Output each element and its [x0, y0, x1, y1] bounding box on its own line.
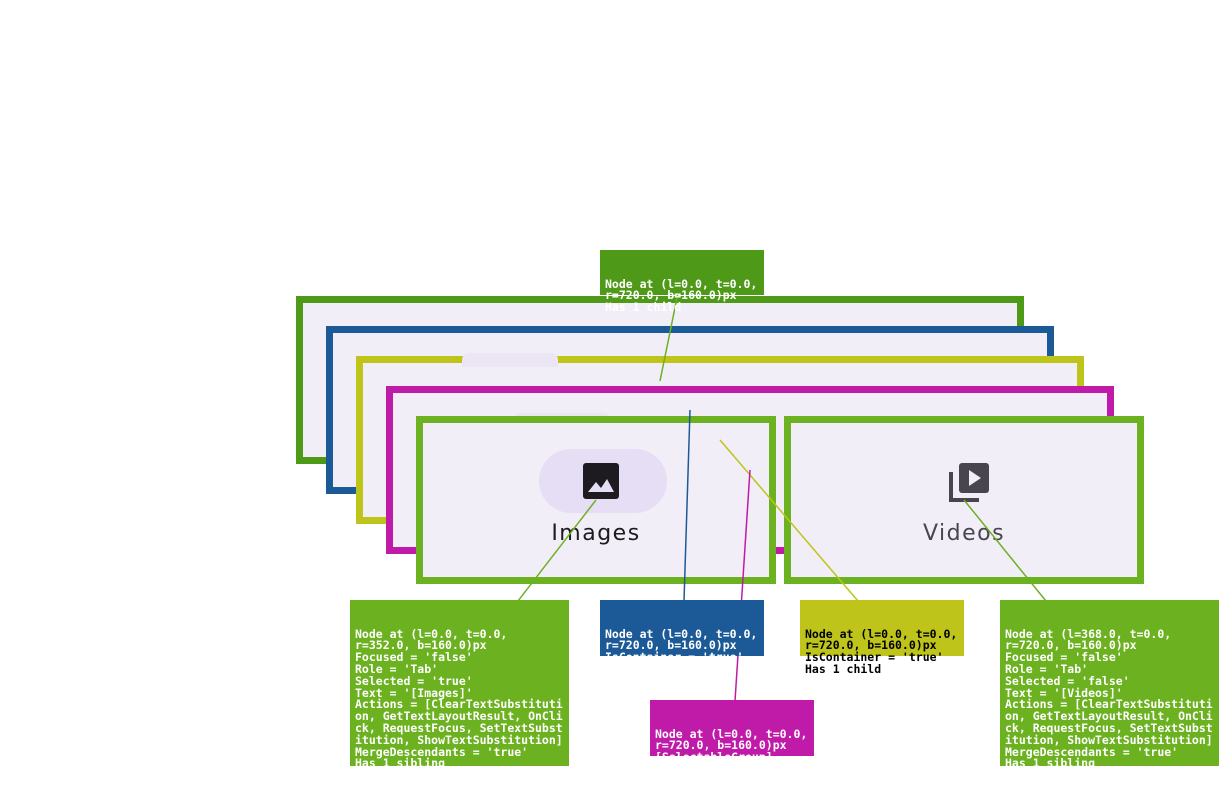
node-info-videos-tab: Node at (l=368.0, t=0.0, r=720.0, b=160.0…: [1000, 600, 1219, 769]
image-icon: [583, 463, 619, 503]
hidden-indicator-ghost: [462, 353, 558, 367]
node-info-container-2: Node at (l=0.0, t=0.0, r=720.0, b=160.0)p…: [800, 600, 964, 675]
video-library-icon: [949, 461, 991, 507]
node-info-root: Node at (l=0.0, t=0.0, r=720.0, b=160.0)p…: [600, 250, 764, 313]
tab-videos[interactable]: Videos: [784, 416, 1144, 584]
tab-label-videos: Videos: [922, 521, 1006, 546]
node-info-container-1: Node at (l=0.0, t=0.0, r=720.0, b=160.0)p…: [600, 600, 764, 675]
node-info-images-tab: Node at (l=0.0, t=0.0, r=352.0, b=160.0)p…: [350, 600, 569, 769]
node-info-selectable-group: Node at (l=0.0, t=0.0, r=720.0, b=160.0)p…: [650, 700, 814, 775]
tab-label-images: Images: [551, 521, 641, 546]
tab-images[interactable]: Images: [416, 416, 776, 584]
